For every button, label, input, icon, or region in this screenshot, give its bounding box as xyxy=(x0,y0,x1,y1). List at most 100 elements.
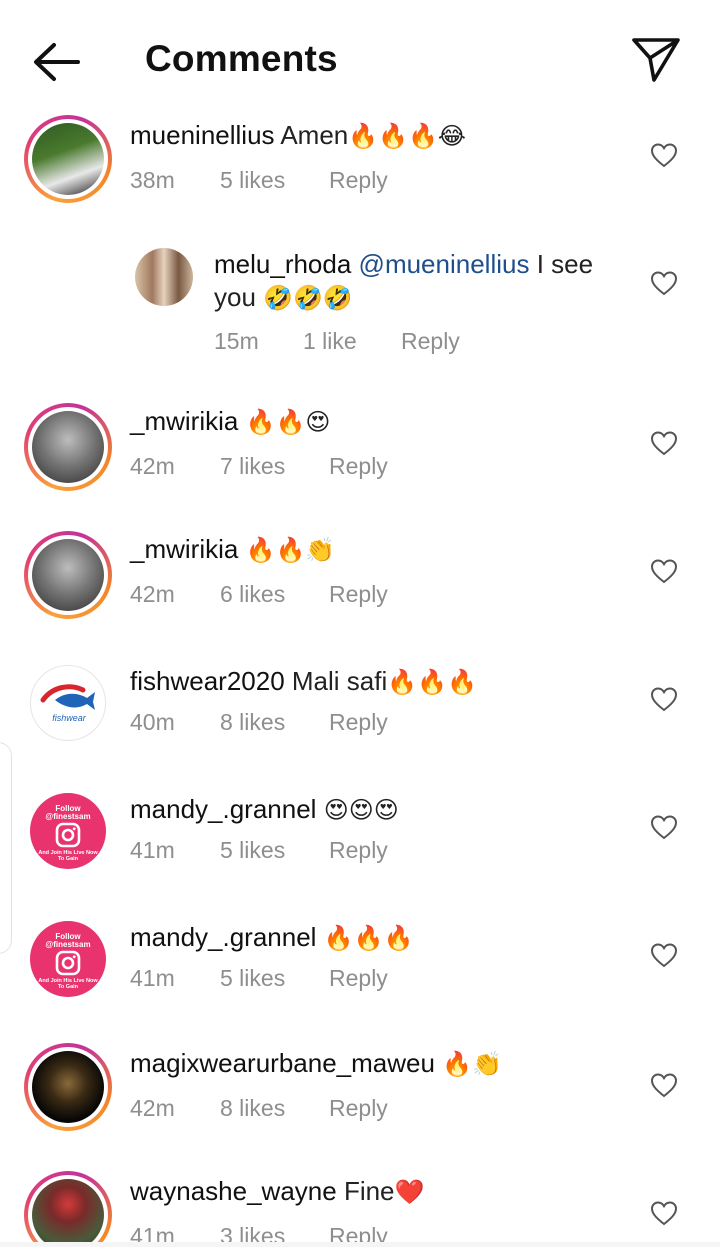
timestamp: 38m xyxy=(130,167,175,193)
comment-body-line2: you xyxy=(214,282,256,312)
avatar[interactable]: fishwear xyxy=(30,665,106,741)
reply-button[interactable]: Reply xyxy=(329,709,388,736)
reply-button[interactable]: Reply xyxy=(329,837,388,864)
likes-count[interactable]: 5 likes xyxy=(220,837,285,864)
bottom-divider xyxy=(0,1242,720,1247)
emoji: 🔥👏 xyxy=(442,1050,502,1078)
avatar-promo-bottom: And Join His Live Now To Gain xyxy=(38,850,98,862)
username[interactable]: _mwirikia xyxy=(130,406,238,436)
likes-count[interactable]: 8 likes xyxy=(220,1095,285,1122)
timestamp: 41m xyxy=(130,965,175,991)
username[interactable]: fishwear2020 xyxy=(130,666,285,696)
username[interactable]: waynashe_wayne xyxy=(130,1176,337,1206)
mention-link[interactable]: @mueninellius xyxy=(359,249,530,279)
emoji: 🔥🔥🔥 xyxy=(323,924,414,952)
emoji: 😍😍😍 xyxy=(323,796,399,824)
reply-button[interactable]: Reply xyxy=(329,453,388,480)
avatar[interactable] xyxy=(24,115,112,203)
reply-button[interactable]: Reply xyxy=(329,1095,388,1122)
heart-icon[interactable] xyxy=(650,1200,678,1226)
heart-icon[interactable] xyxy=(650,814,678,840)
timestamp: 42m xyxy=(130,453,175,479)
comment-body: I see xyxy=(536,249,594,279)
avatar-promo-bottom: And Join His Live Now To Gain xyxy=(38,978,98,990)
page-title: Comments xyxy=(145,38,338,79)
timestamp: 40m xyxy=(130,709,175,735)
username[interactable]: magixwearurbane_maweu xyxy=(130,1048,435,1078)
comment-meta: 42m 6 likes Reply xyxy=(130,581,430,611)
reply-button[interactable]: Reply xyxy=(329,167,388,194)
likes-count[interactable]: 6 likes xyxy=(220,581,285,608)
likes-count[interactable]: 5 likes xyxy=(220,167,285,194)
share-button[interactable] xyxy=(630,34,682,84)
comment-meta: 41m 5 likes Reply xyxy=(130,837,430,867)
comment-meta: 38m 5 likes Reply xyxy=(130,167,430,197)
comment-text: _mwirikia 🔥🔥😍 xyxy=(130,405,630,439)
paper-plane-icon xyxy=(632,38,680,82)
comment-text: mandy_.grannel 🔥🔥🔥 xyxy=(130,921,630,955)
emoji: 🔥🔥🔥 xyxy=(387,668,477,696)
reply-button[interactable]: Reply xyxy=(329,581,388,608)
comment-body: Fine xyxy=(343,1176,395,1206)
avatar[interactable] xyxy=(24,531,112,619)
comment-meta: 42m 7 likes Reply xyxy=(130,453,430,483)
username[interactable]: mueninellius xyxy=(130,120,275,150)
comment-text: mueninellius Amen🔥🔥🔥😂 xyxy=(130,119,630,153)
comment-text: mandy_.grannel 😍😍😍 xyxy=(130,793,630,827)
emoji: ❤️ xyxy=(394,1178,425,1206)
heart-icon[interactable] xyxy=(650,142,678,168)
top-bar: Comments xyxy=(0,0,720,110)
avatar[interactable] xyxy=(135,248,193,306)
emoji: 🔥🔥🔥😂 xyxy=(348,122,466,150)
emoji: 🔥🔥😍 xyxy=(245,408,331,436)
comment-text: _mwirikia 🔥🔥👏 xyxy=(130,533,630,567)
avatar-promo-top: Follow @finestsam xyxy=(45,932,91,949)
avatar[interactable]: Follow @finestsam And Join His Live Now … xyxy=(30,793,106,869)
heart-icon[interactable] xyxy=(650,686,678,712)
instagram-icon xyxy=(55,950,81,976)
avatar-promo-top: Follow @finestsam xyxy=(45,804,91,821)
reply-button[interactable]: Reply xyxy=(329,965,388,992)
heart-icon[interactable] xyxy=(650,942,678,968)
heart-icon[interactable] xyxy=(650,1072,678,1098)
avatar[interactable] xyxy=(24,1171,112,1247)
avatar[interactable] xyxy=(24,1043,112,1131)
timestamp: 41m xyxy=(130,837,175,863)
avatar[interactable] xyxy=(24,403,112,491)
emoji: 🔥🔥👏 xyxy=(245,536,336,564)
comment-meta: 15m 1 like Reply xyxy=(214,328,514,358)
username[interactable]: mandy_.grannel xyxy=(130,794,316,824)
comment-body: Amen xyxy=(280,120,349,150)
emoji: 🤣🤣🤣 xyxy=(263,284,353,312)
username[interactable]: _mwirikia xyxy=(130,534,238,564)
arrow-left-icon xyxy=(34,43,80,81)
avatar[interactable]: Follow @finestsam And Join His Live Now … xyxy=(30,921,106,997)
comment-meta: 41m 5 likes Reply xyxy=(130,965,430,995)
likes-count[interactable]: 7 likes xyxy=(220,453,285,480)
timestamp: 15m xyxy=(214,328,259,354)
avatar-brand-text: fishwear xyxy=(52,713,86,723)
comment-text: waynashe_wayne Fine❤️ xyxy=(130,1175,630,1209)
timestamp: 42m xyxy=(130,581,175,607)
comment-meta: 40m 8 likes Reply xyxy=(130,709,430,739)
username[interactable]: mandy_.grannel xyxy=(130,922,316,952)
comment-body: Mali safi xyxy=(291,666,388,696)
timestamp: 42m xyxy=(130,1095,175,1121)
comment-text: magixwearurbane_maweu 🔥👏 xyxy=(130,1047,670,1081)
back-button[interactable] xyxy=(30,38,82,84)
instagram-icon xyxy=(55,822,81,848)
edge-panel-handle[interactable] xyxy=(0,742,12,954)
comment-text: melu_rhoda @mueninellius I see you 🤣🤣🤣 xyxy=(214,248,634,315)
comments-list[interactable]: mueninellius Amen🔥🔥🔥😂 38m 5 likes Reply … xyxy=(0,110,720,1247)
reply-button[interactable]: Reply xyxy=(401,328,460,355)
likes-count[interactable]: 1 like xyxy=(303,328,357,355)
username[interactable]: melu_rhoda xyxy=(214,249,351,279)
heart-icon[interactable] xyxy=(650,558,678,584)
comment-meta: 42m 8 likes Reply xyxy=(130,1095,430,1125)
likes-count[interactable]: 5 likes xyxy=(220,965,285,992)
heart-icon[interactable] xyxy=(650,270,678,296)
comment-text: fishwear2020 Mali safi🔥🔥🔥 xyxy=(130,665,630,699)
fish-logo-icon xyxy=(40,684,95,710)
likes-count[interactable]: 8 likes xyxy=(220,709,285,736)
heart-icon[interactable] xyxy=(650,430,678,456)
